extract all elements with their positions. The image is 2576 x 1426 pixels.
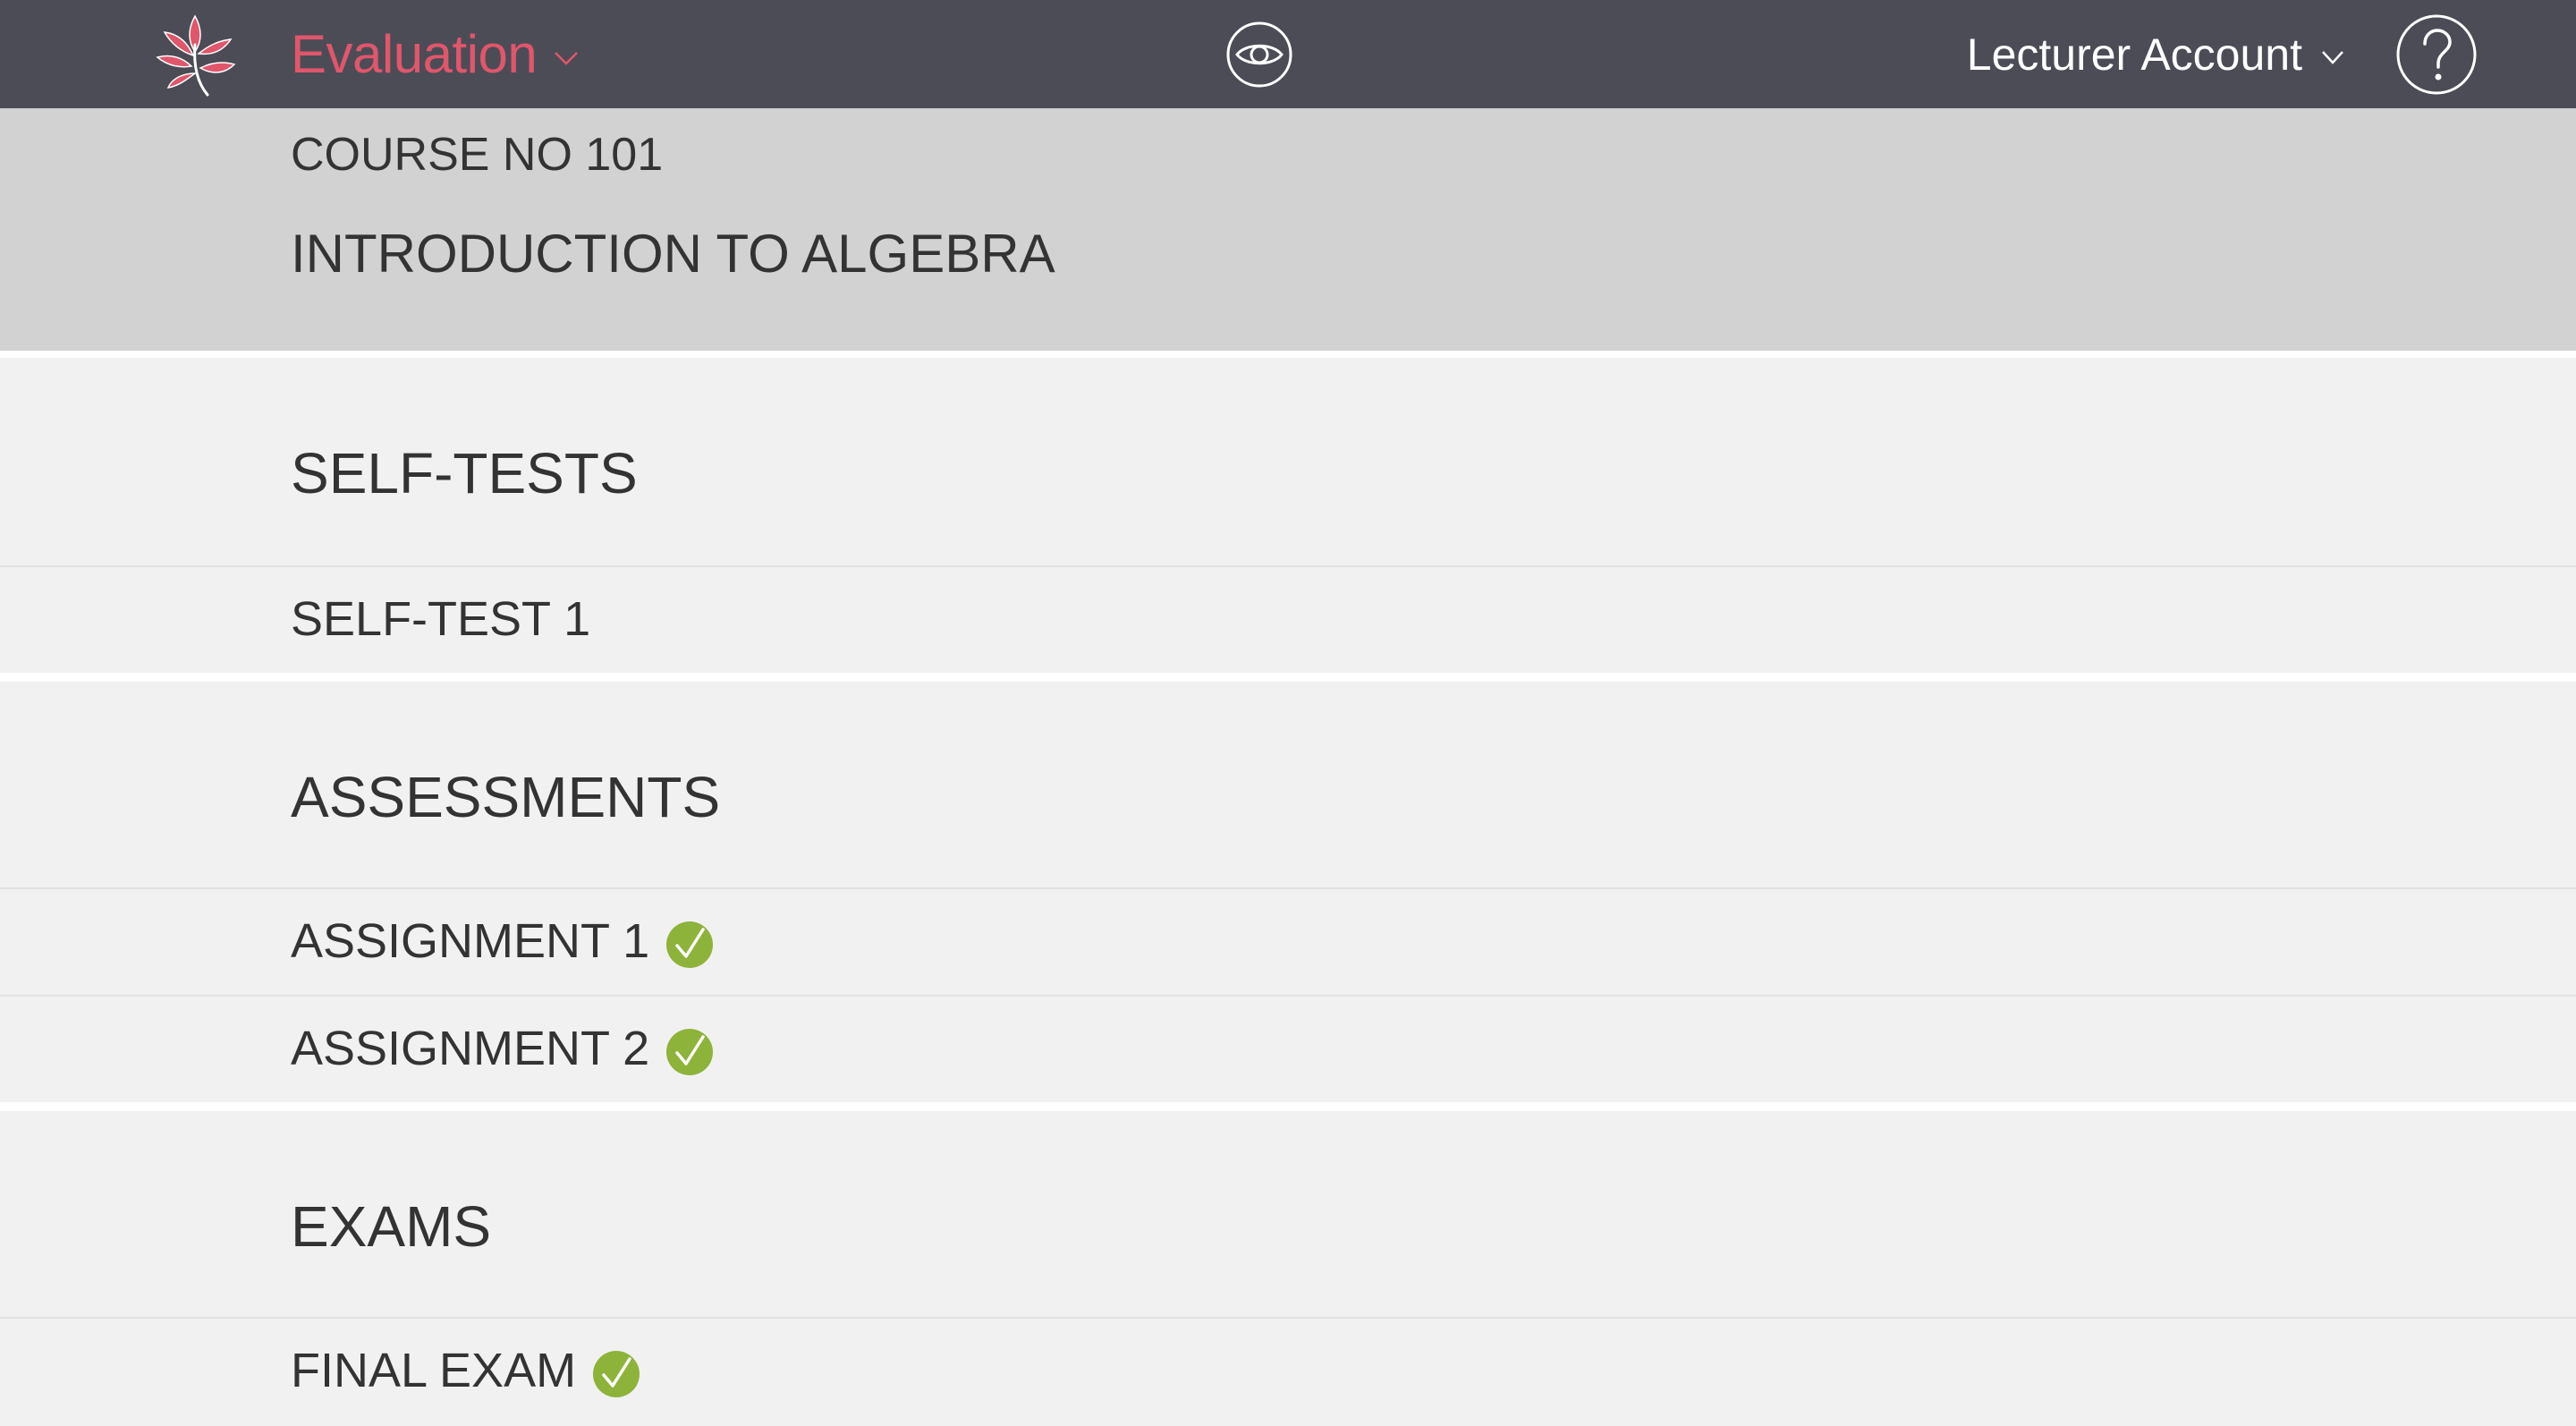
course-number: COURSE NO 101: [291, 129, 664, 181]
course-title: INTRODUCTION TO ALGEBRA: [291, 224, 1055, 284]
list-item-assignment-2[interactable]: ASSIGNMENT 2: [0, 995, 2576, 1100]
eye-icon[interactable]: [1224, 20, 1294, 89]
course-header: COURSE NO 101 INTRODUCTION TO ALGEBRA: [0, 108, 2576, 351]
list-item-assignment-1[interactable]: ASSIGNMENT 1: [0, 887, 2576, 993]
list-item-self-test-1[interactable]: SELF-TEST 1: [0, 565, 2576, 671]
leaf-branch-icon[interactable]: [152, 9, 242, 98]
check-circle-icon: [666, 921, 714, 968]
list-item-label: ASSIGNMENT 1: [291, 914, 650, 968]
check-circle-icon: [593, 1351, 640, 1397]
section-title: SELF-TESTS: [291, 441, 638, 505]
section-self-tests: SELF-TESTS SELF-TEST 1: [0, 358, 2576, 673]
chevron-down-icon: [2322, 50, 2343, 64]
account-label: Lecturer Account: [1966, 29, 2302, 80]
top-bar: Evaluation Lecturer Account: [0, 0, 2576, 108]
check-circle-icon: [666, 1029, 714, 1075]
app-switcher-menu[interactable]: Evaluation: [291, 0, 580, 108]
list-item-label: ASSIGNMENT 2: [291, 1022, 650, 1075]
section-assessments: ASSESSMENTS ASSIGNMENT 1 ASSIGNMENT 2: [0, 682, 2576, 1102]
section-title: ASSESSMENTS: [291, 765, 721, 829]
account-menu[interactable]: Lecturer Account: [1967, 0, 2345, 108]
list-item-label: FINAL EXAM: [291, 1344, 577, 1397]
question-mark-icon[interactable]: [2395, 13, 2478, 96]
list-item-label: SELF-TEST 1: [291, 592, 591, 646]
list-item-final-exam[interactable]: FINAL EXAM: [0, 1317, 2576, 1422]
app-title: Evaluation: [291, 24, 538, 84]
chevron-down-icon: [555, 51, 579, 65]
section-title: EXAMS: [291, 1194, 492, 1259]
section-exams: EXAMS FINAL EXAM: [0, 1111, 2576, 1426]
